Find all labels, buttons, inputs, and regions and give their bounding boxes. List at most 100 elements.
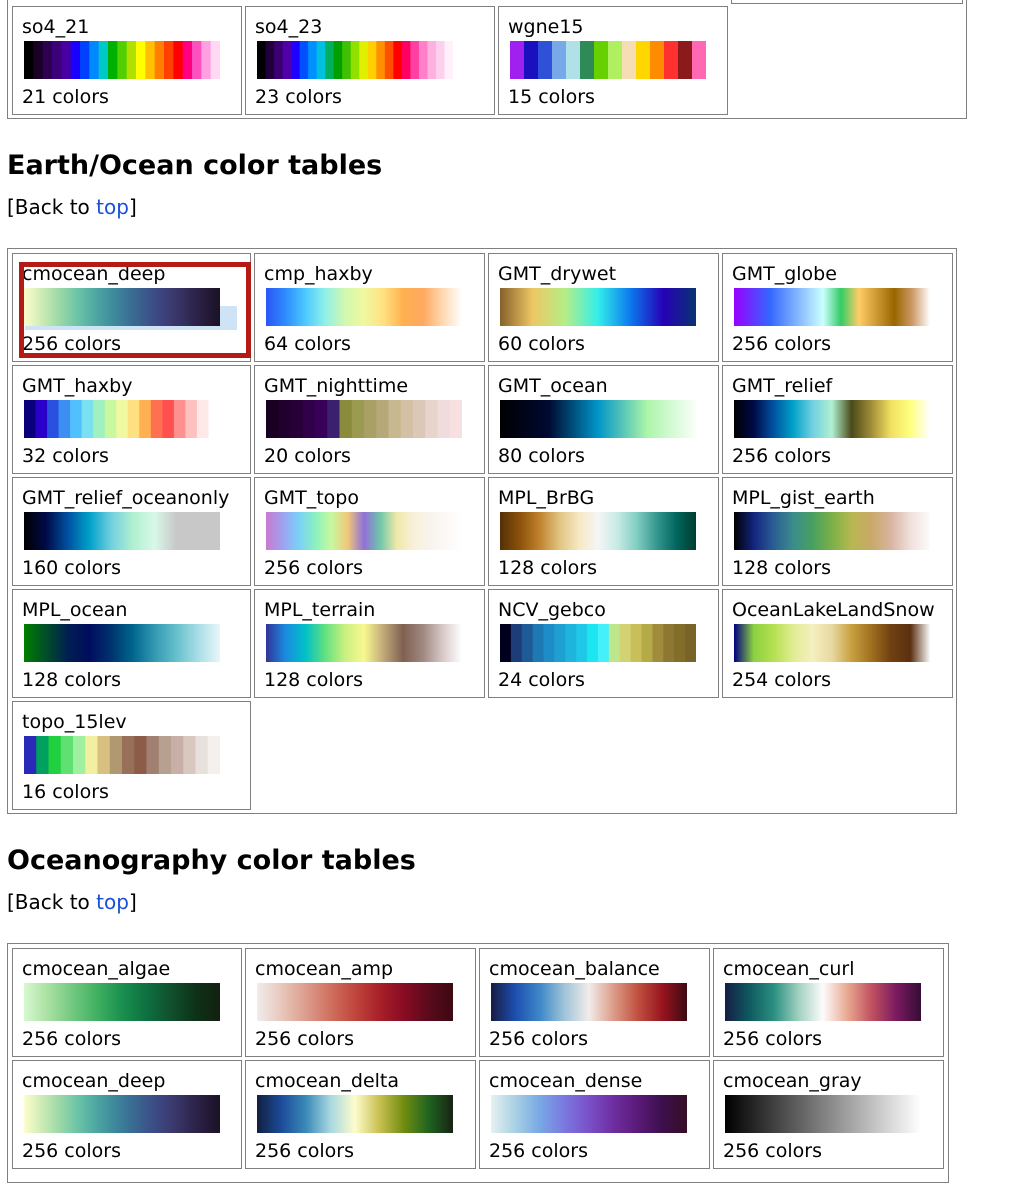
colortable-cell-gmt-relief[interactable]: GMT_relief 256 colors [722,365,953,474]
colormap-band [108,41,118,79]
colormap-band [435,41,445,79]
colormap-swatch[interactable] [266,288,462,326]
colormap-swatch[interactable] [24,512,220,550]
colortable-cell-cmocean-algae[interactable]: cmocean_algae 256 colors [12,948,242,1057]
back-to-top-link[interactable]: top [96,890,129,914]
colortable-cell-cmocean-balance[interactable]: cmocean_balance 256 colors [479,948,710,1057]
colormap-swatch[interactable] [734,624,930,662]
colormap-band [85,736,98,774]
colormap-band [127,400,140,438]
colormap-swatch[interactable] [266,400,462,438]
colortable-cell-mpl-gist-earth[interactable]: MPL_gist_earth 128 colors [722,477,953,586]
colormap-swatch[interactable] [510,41,706,79]
colortable-cell-cmocean-dense[interactable]: cmocean_dense 256 colors [479,1060,710,1169]
colormap-gradient [734,624,930,662]
colortable-count: 256 colors [264,557,363,579]
colortable-cell-gmt-relief-oceanonly[interactable]: GMT_relief_oceanonly 160 colors [12,477,251,586]
colortable-cell-oceanlakelandsnow[interactable]: OceanLakeLandSnow 254 colors [722,589,953,698]
colormap-band [136,41,146,79]
colormap-swatch[interactable] [257,1095,453,1133]
colormap-band [278,400,291,438]
colortable-cell-gmt-nighttime[interactable]: GMT_nighttime 20 colors [254,365,485,474]
colormap-gradient [24,1095,220,1133]
colormap-swatch[interactable] [24,41,220,79]
colortable-cell-gmt-ocean[interactable]: GMT_ocean 80 colors [488,365,719,474]
colormap-band [290,400,304,438]
colormap-swatch[interactable] [725,1095,921,1133]
colormap-swatch[interactable] [24,983,220,1021]
colormap-swatch[interactable] [24,400,220,438]
colortable-cell-cmocean-deep[interactable]: cmocean_deep 256 colors [12,253,251,362]
colormap-swatch[interactable] [24,736,220,774]
colortable-count: 256 colors [732,445,831,467]
back-to-top-link[interactable]: top [96,195,129,219]
colormap-swatch[interactable] [24,1095,220,1133]
colormap-swatch[interactable] [500,512,696,550]
colortable-cell-gmt-globe[interactable]: GMT_globe 256 colors [722,253,953,362]
colortable-name: so4_23 [255,16,323,38]
colormap-swatch[interactable] [734,512,930,550]
colortable-count: 128 colors [732,557,831,579]
colortable-cell-topo-15lev[interactable]: topo_15lev 16 colors [12,701,251,810]
colormap-band [192,41,202,79]
colormap-swatch[interactable] [257,983,453,1021]
colortable-cell-cmocean-delta[interactable]: cmocean_delta 256 colors [245,1060,476,1169]
colortable-name: cmocean_balance [489,958,660,980]
colortable-count: 24 colors [498,669,585,691]
colormap-swatch[interactable] [491,1095,687,1133]
colortable-count: 16 colors [22,781,109,803]
colormap-swatch[interactable] [500,624,696,662]
colormap-band [543,624,555,662]
colortable-name: GMT_haxby [22,375,133,397]
colormap-band [552,41,567,79]
colortable-cell-gmt-haxby[interactable]: GMT_haxby 32 colors [12,365,251,474]
colortable-count: 256 colors [732,333,831,355]
colormap-gradient [500,288,696,326]
colormap-band [117,41,128,79]
colormap-swatch-svg [734,400,930,438]
colormap-band [636,41,651,79]
colormap-band [566,41,581,79]
colortable-cell-wgne15[interactable]: wgne15 15 colors [498,6,728,115]
colortable-cell-gmt-topo[interactable]: GMT_topo 256 colors [254,477,485,586]
colormap-swatch[interactable] [734,400,930,438]
colortable-cell-cmocean-curl[interactable]: cmocean_curl 256 colors [713,948,944,1057]
colormap-band [437,400,451,438]
colortable-count: 20 colors [264,445,351,467]
colormap-band [510,41,525,79]
colormap-swatch[interactable] [500,400,696,438]
colormap-band [630,624,643,662]
colormap-band [70,400,83,438]
colormap-swatch[interactable] [266,512,462,550]
colormap-swatch[interactable] [24,288,220,326]
colormap-band [146,736,160,774]
colormap-swatch[interactable] [734,288,930,326]
colortable-cell-so4-21[interactable]: so4_21 21 colors [12,6,242,115]
colormap-band [594,41,609,79]
colormap-band [70,41,81,79]
colormap-band [164,41,174,79]
colormap-band [282,41,292,79]
colormap-swatch[interactable] [24,624,220,662]
colormap-swatch[interactable] [500,288,696,326]
colortable-cell-gmt-drywet[interactable]: GMT_drywet 60 colors [488,253,719,362]
colortable-cell-cmocean-amp[interactable]: cmocean_amp 256 colors [245,948,476,1057]
colormap-band [325,41,335,79]
colortable-cell-cmocean-gray[interactable]: cmocean_gray 256 colors [713,1060,944,1169]
colortable-cell-ncv-gebco[interactable]: NCV_gebco 24 colors [488,589,719,698]
colortable-cell-cmocean-deep[interactable]: cmocean_deep 256 colors [12,1060,242,1169]
colortable-count: 128 colors [264,669,363,691]
colortable-cell-mpl-terrain[interactable]: MPL_terrain 128 colors [254,589,485,698]
colortable-cell-mpl-ocean[interactable]: MPL_ocean 128 colors [12,589,251,698]
colormap-swatch[interactable] [491,983,687,1021]
colortable-cell-cmp-haxby[interactable]: cmp_haxby 64 colors [254,253,485,362]
colortable-cell-mpl-brbg[interactable]: MPL_BrBG 128 colors [488,477,719,586]
colormap-band [73,736,86,774]
colormap-band [291,41,301,79]
colormap-swatch[interactable] [725,983,921,1021]
colormap-band [139,400,152,438]
colormap-swatch[interactable] [257,41,453,79]
colormap-swatch[interactable] [266,624,462,662]
colortable-cell-so4-23[interactable]: so4_23 23 colors [245,6,495,115]
colortable-count: 254 colors [732,669,831,691]
